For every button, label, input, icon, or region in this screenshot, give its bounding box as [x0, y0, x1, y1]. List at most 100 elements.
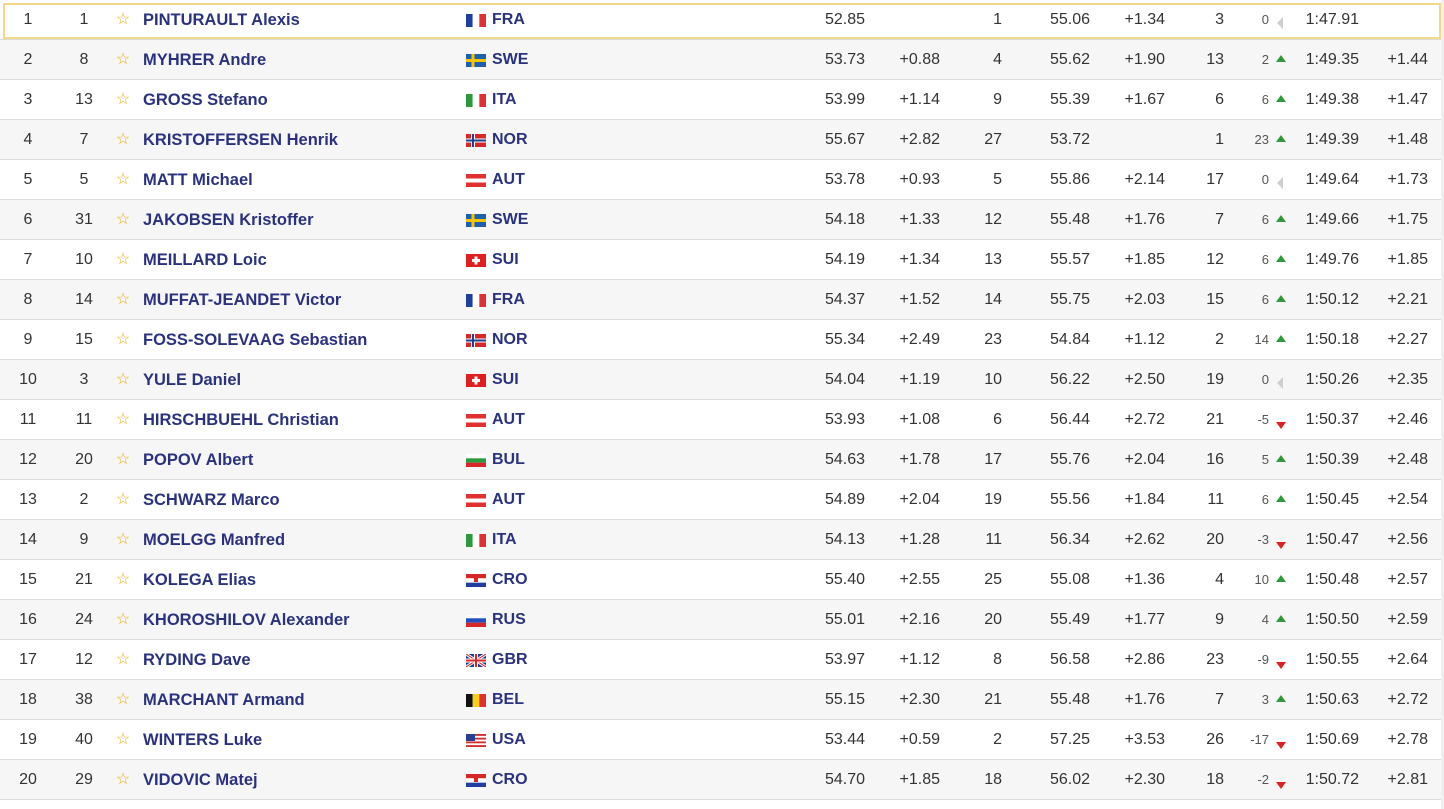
total-diff: +1.44: [1387, 51, 1428, 68]
total-diff: +2.46: [1387, 411, 1428, 428]
star-outline-icon[interactable]: ☆: [114, 80, 132, 119]
table-row[interactable]: 18 38 ☆ MARCHANT Armand BEL 55.15 +2.30 21 55.48…: [0, 680, 1444, 720]
star-outline-icon[interactable]: ☆: [114, 600, 132, 639]
star-outline-icon[interactable]: ☆: [114, 640, 132, 679]
athlete-name-link[interactable]: WINTERS Luke: [143, 720, 262, 759]
star-outline-icon[interactable]: ☆: [114, 720, 132, 759]
total-diff: +2.59: [1387, 611, 1428, 628]
table-row[interactable]: 12 20 ☆ POPOV Albert BUL 54.63 +1.78 17 55.76 +2.…: [0, 440, 1444, 480]
table-row[interactable]: 3 13 ☆ GROSS Stefano ITA 53.99 +1.14 9 55.39 +1.6…: [0, 80, 1444, 120]
run1-diff: +1.12: [899, 651, 940, 668]
total-time: 1:50.48: [1305, 571, 1359, 588]
athlete-name-link[interactable]: YULE Daniel: [143, 360, 241, 399]
star-outline-icon[interactable]: ☆: [114, 520, 132, 559]
star-outline-icon[interactable]: ☆: [114, 240, 132, 279]
table-row[interactable]: 1 1 ☆ PINTURAULT Alexis FRA 52.85 1 55.06 +1.34 3…: [0, 0, 1444, 40]
rank-cell: 8: [23, 291, 33, 308]
table-row[interactable]: 17 12 ☆ RYDING Dave GBR 53.97 +1.12 8 56.58 +2.86…: [0, 640, 1444, 680]
table-row[interactable]: 20 29 ☆ VIDOVIC Matej CRO 54.70 +1.85 18 56.02 +2…: [0, 760, 1444, 800]
athlete-name-link[interactable]: MEILLARD Loic: [143, 240, 267, 279]
run2-diff: +1.90: [1124, 51, 1165, 68]
position-change: 0: [1261, 12, 1269, 27]
athlete-name-link[interactable]: JAKOBSEN Kristoffer: [143, 200, 314, 239]
cro-flag-icon: [466, 774, 486, 787]
athlete-name-link[interactable]: VIDOVIC Matej: [143, 760, 258, 799]
athlete-name-link[interactable]: KRISTOFFERSEN Henrik: [143, 120, 338, 159]
position-change: 0: [1261, 372, 1269, 387]
swe-flag-icon: [466, 214, 486, 227]
table-row[interactable]: 5 5 ☆ MATT Michael AUT 53.78 +0.93 5 55.86 +2.14 1…: [0, 160, 1444, 200]
run2-time: 53.72: [1049, 131, 1090, 148]
run1-rank: 11: [985, 531, 1002, 548]
athlete-name-link[interactable]: PINTURAULT Alexis: [143, 0, 300, 39]
nation-code: SWE: [492, 211, 529, 228]
athlete-name-link[interactable]: MUFFAT-JEANDET Victor: [143, 280, 341, 319]
run1-time: 54.70: [824, 771, 865, 788]
run1-diff: +0.59: [899, 731, 940, 748]
table-row[interactable]: 10 3 ☆ YULE Daniel SUI 54.04 +1.19 10 56.22 +2.50…: [0, 360, 1444, 400]
nation-code: FRA: [492, 11, 525, 28]
star-outline-icon[interactable]: ☆: [114, 0, 132, 39]
star-outline-icon[interactable]: ☆: [114, 120, 132, 159]
star-outline-icon[interactable]: ☆: [114, 320, 132, 359]
rank-cell: 12: [19, 451, 37, 468]
athlete-name-link[interactable]: MYHRER Andre: [143, 40, 266, 79]
athlete-name-link[interactable]: MARCHANT Armand: [143, 680, 305, 719]
table-row[interactable]: 15 21 ☆ KOLEGA Elias CRO 55.40 +2.55 25 55.08 +1.…: [0, 560, 1444, 600]
star-outline-icon[interactable]: ☆: [114, 280, 132, 319]
athlete-name-link[interactable]: KOLEGA Elias: [143, 560, 256, 599]
triangle-down-icon: [1273, 720, 1289, 759]
run1-diff: +2.82: [899, 131, 940, 148]
run1-time: 54.63: [824, 451, 865, 468]
star-outline-icon[interactable]: ☆: [114, 400, 132, 439]
run2-time: 56.44: [1049, 411, 1090, 428]
table-row[interactable]: 6 31 ☆ JAKOBSEN Kristoffer SWE 54.18 +1.33 12 55…: [0, 200, 1444, 240]
total-diff: +2.72: [1387, 691, 1428, 708]
star-outline-icon[interactable]: ☆: [114, 440, 132, 479]
rank-cell: 9: [23, 331, 33, 348]
star-outline-icon[interactable]: ☆: [114, 480, 132, 519]
total-time: 1:50.37: [1305, 411, 1359, 428]
nation-code: NOR: [492, 331, 528, 348]
athlete-name-link[interactable]: MATT Michael: [143, 160, 253, 199]
star-outline-icon[interactable]: ☆: [114, 360, 132, 399]
star-outline-icon[interactable]: ☆: [114, 200, 132, 239]
triangle-up-icon: [1273, 120, 1289, 159]
run1-diff: +1.33: [899, 211, 940, 228]
run2-diff: +2.14: [1124, 171, 1165, 188]
nation-code: NOR: [492, 131, 528, 148]
run1-rank: 17: [984, 451, 1002, 468]
run1-time: 55.34: [824, 331, 865, 348]
athlete-name-link[interactable]: HIRSCHBUEHL Christian: [143, 400, 339, 439]
athlete-name-link[interactable]: MOELGG Manfred: [143, 520, 285, 559]
total-time: 1:50.55: [1305, 651, 1359, 668]
table-row[interactable]: 13 2 ☆ SCHWARZ Marco AUT 54.89 +2.04 19 55.56 +1.…: [0, 480, 1444, 520]
star-outline-icon[interactable]: ☆: [114, 560, 132, 599]
table-row[interactable]: 14 9 ☆ MOELGG Manfred ITA 54.13 +1.28 11 56.34 +2…: [0, 520, 1444, 560]
triangle-up-icon: [1273, 560, 1289, 599]
table-row[interactable]: 16 24 ☆ KHOROSHILOV Alexander RUS 55.01 +2.16 2…: [0, 600, 1444, 640]
total-diff: +1.73: [1387, 171, 1428, 188]
star-outline-icon[interactable]: ☆: [114, 40, 132, 79]
run2-rank: 1: [1215, 131, 1224, 148]
athlete-name-link[interactable]: KHOROSHILOV Alexander: [143, 600, 350, 639]
star-outline-icon[interactable]: ☆: [114, 680, 132, 719]
table-row[interactable]: 19 40 ☆ WINTERS Luke USA 53.44 +0.59 2 57.25 +3.5…: [0, 720, 1444, 760]
table-row[interactable]: 7 10 ☆ MEILLARD Loic SUI 54.19 +1.34 13 55.57 +1.…: [0, 240, 1444, 280]
athlete-name-link[interactable]: FOSS-SOLEVAAG Sebastian: [143, 320, 367, 359]
athlete-name-link[interactable]: SCHWARZ Marco: [143, 480, 280, 519]
table-row[interactable]: 8 14 ☆ MUFFAT-JEANDET Victor FRA 54.37 +1.52 14…: [0, 280, 1444, 320]
run2-time: 55.56: [1049, 491, 1090, 508]
athlete-name-link[interactable]: GROSS Stefano: [143, 80, 268, 119]
star-outline-icon[interactable]: ☆: [114, 760, 132, 799]
bib-cell: 10: [75, 251, 93, 268]
athlete-name-link[interactable]: POPOV Albert: [143, 440, 253, 479]
nation-code: GBR: [492, 651, 528, 668]
athlete-name-link[interactable]: RYDING Dave: [143, 640, 251, 679]
run1-time: 55.40: [824, 571, 865, 588]
table-row[interactable]: 4 7 ☆ KRISTOFFERSEN Henrik NOR 55.67 +2.82 27 53…: [0, 120, 1444, 160]
table-row[interactable]: 11 11 ☆ HIRSCHBUEHL Christian AUT 53.93 +1.08 6…: [0, 400, 1444, 440]
table-row[interactable]: 2 8 ☆ MYHRER Andre SWE 53.73 +0.88 4 55.62 +1.90 1…: [0, 40, 1444, 80]
star-outline-icon[interactable]: ☆: [114, 160, 132, 199]
table-row[interactable]: 9 15 ☆ FOSS-SOLEVAAG Sebastian NOR 55.34 +2.49…: [0, 320, 1444, 360]
